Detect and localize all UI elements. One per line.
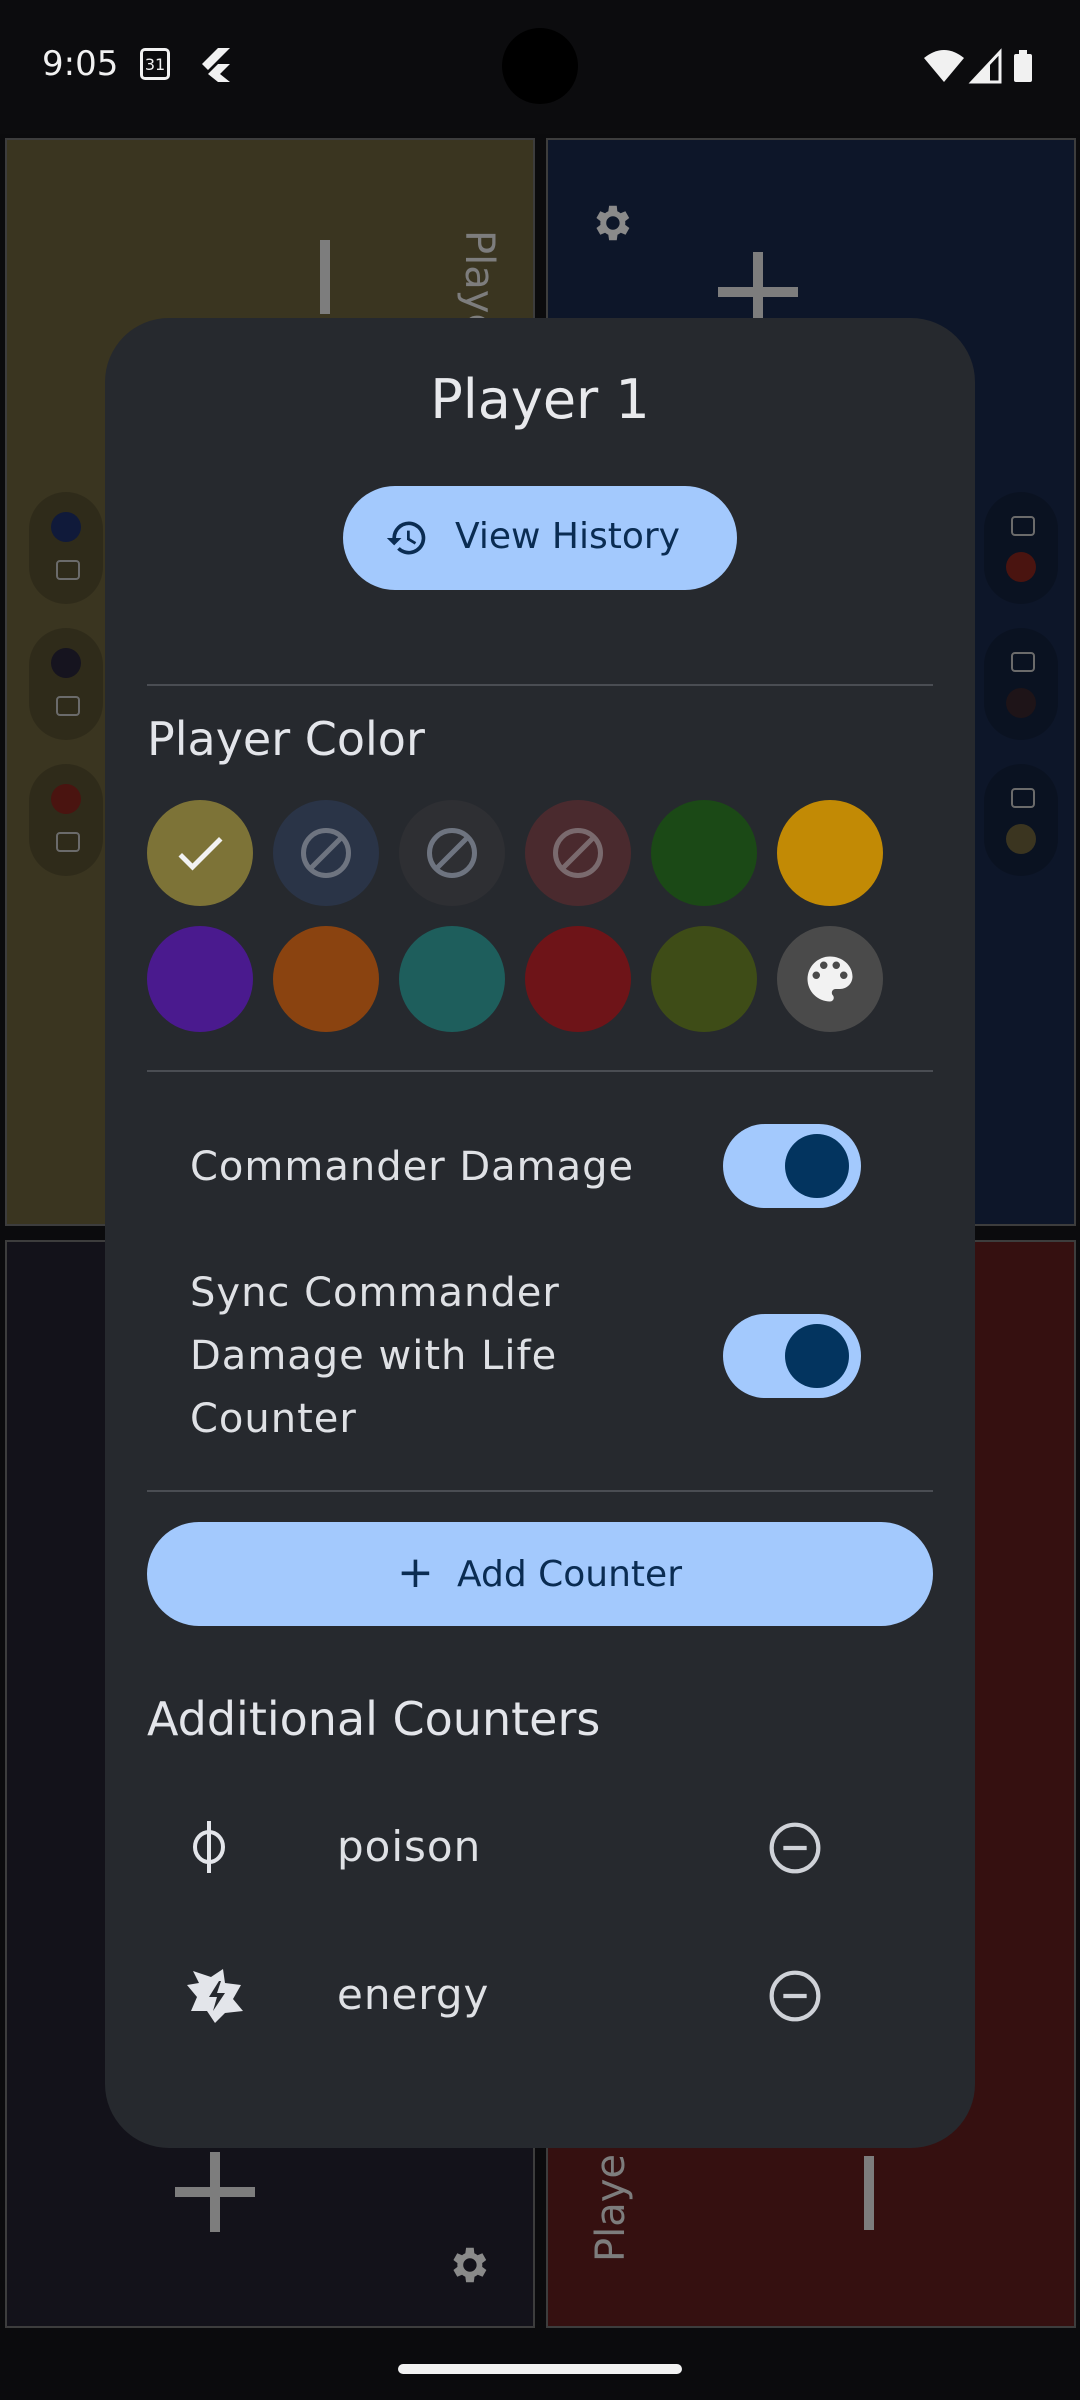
flutter-icon — [198, 46, 232, 88]
custom-color-button[interactable] — [777, 926, 883, 1032]
color-swatch-disabled — [273, 800, 379, 906]
view-history-button[interactable]: View History — [343, 486, 737, 590]
add-counter-label: Add Counter — [457, 1554, 682, 1595]
commander-damage-label: Commander Damage — [190, 1144, 635, 1190]
minus-icon[interactable] — [864, 2156, 874, 2230]
history-icon — [385, 516, 429, 569]
remove-counter-icon[interactable] — [767, 1968, 823, 2028]
divider — [147, 684, 933, 686]
toggle-knob — [785, 1324, 849, 1388]
color-swatch-purple[interactable] — [147, 926, 253, 1032]
counter-name: poison — [337, 1822, 482, 1871]
color-swatch-green[interactable] — [651, 800, 757, 906]
sync-commander-damage-toggle[interactable] — [723, 1314, 861, 1398]
color-swatch-selected[interactable] — [147, 800, 253, 906]
player-name-label: Playe — [588, 2153, 634, 2262]
palette-icon — [807, 956, 853, 1002]
color-swatch-disabled — [525, 800, 631, 906]
gesture-nav-handle[interactable] — [398, 2364, 682, 2374]
plus-icon[interactable] — [175, 2152, 255, 2232]
counter-row-poison: poison — [147, 1792, 933, 1902]
player-settings-dialog: Player 1 View History Player Color Comma… — [105, 318, 975, 2148]
signal-icon — [968, 48, 1002, 84]
counter-row-energy: energy — [147, 1940, 933, 2050]
color-swatch-olive[interactable] — [651, 926, 757, 1032]
commander-damage-pill[interactable] — [984, 764, 1058, 876]
plus-icon: + — [397, 1547, 434, 1598]
energy-icon — [185, 1965, 249, 2029]
block-icon — [301, 828, 351, 878]
block-icon — [427, 828, 477, 878]
camera-cutout — [502, 28, 578, 104]
gear-icon[interactable] — [588, 200, 634, 250]
status-time: 9:05 — [42, 44, 119, 84]
commander-damage-pill[interactable] — [29, 764, 103, 876]
color-swatch-orange[interactable] — [777, 800, 883, 906]
dialog-title: Player 1 — [430, 368, 650, 431]
additional-counters-title: Additional Counters — [147, 1692, 601, 1746]
status-icons — [924, 48, 1044, 92]
divider — [147, 1070, 933, 1072]
color-swatch-red[interactable] — [525, 926, 631, 1032]
color-swatch-teal[interactable] — [399, 926, 505, 1032]
battery-icon — [1014, 50, 1032, 82]
status-bar: 9:05 31 — [0, 0, 1080, 134]
sync-commander-damage-label: Sync Commander Damage with Life Counter — [190, 1270, 560, 1442]
phi-icon — [185, 1817, 233, 1881]
commander-damage-toggle[interactable] — [723, 1124, 861, 1208]
commander-damage-pill[interactable] — [984, 492, 1058, 604]
wifi-icon — [924, 50, 964, 82]
view-history-label: View History — [455, 516, 680, 557]
commander-damage-pill[interactable] — [984, 628, 1058, 740]
block-icon — [553, 828, 603, 878]
color-swatch-brown[interactable] — [273, 926, 379, 1032]
player-color-title: Player Color — [147, 712, 425, 766]
toggle-knob — [785, 1134, 849, 1198]
gear-icon[interactable] — [445, 2242, 491, 2292]
calendar-icon: 31 — [140, 48, 170, 80]
commander-damage-pill[interactable] — [29, 492, 103, 604]
commander-damage-pill[interactable] — [29, 628, 103, 740]
divider — [147, 1490, 933, 1492]
color-swatch-disabled — [399, 800, 505, 906]
counter-name: energy — [337, 1970, 490, 2019]
minus-icon[interactable] — [320, 240, 330, 314]
remove-counter-icon[interactable] — [767, 1820, 823, 1880]
add-counter-button[interactable]: + Add Counter — [147, 1522, 933, 1626]
check-icon — [178, 837, 223, 871]
